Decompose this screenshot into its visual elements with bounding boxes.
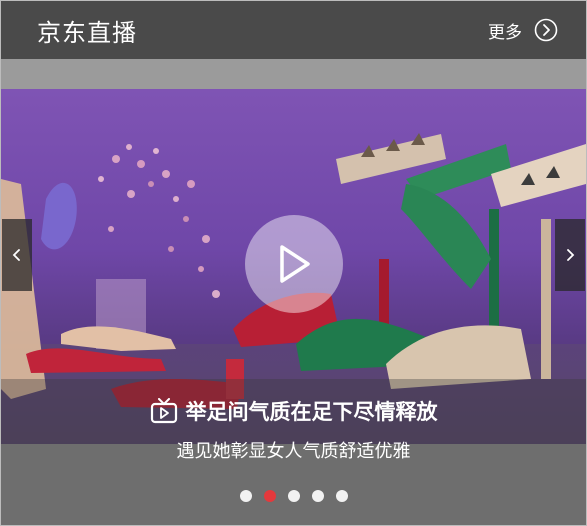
- play-icon: [280, 245, 310, 283]
- banner-top-strip: [1, 59, 586, 89]
- carousel-dot[interactable]: [335, 490, 348, 502]
- chevron-right-circle-icon: [534, 18, 558, 42]
- headline-text: 举足间气质在足下尽情释放: [185, 400, 438, 424]
- carousel-next-button[interactable]: [555, 219, 585, 291]
- slide-subline: 遇见她彰显女人气质舒适优雅: [176, 441, 411, 462]
- more-label: 更多: [488, 22, 522, 43]
- carousel-prev-button[interactable]: [2, 219, 32, 291]
- live-module: 京东直播 更多 举足间气质在足下尽情释放 遇见她彰显女人气质舒适优雅: [0, 0, 587, 526]
- carousel-dot[interactable]: [239, 490, 252, 502]
- module-title: 京东直播: [37, 19, 137, 47]
- carousel-indicators: [1, 490, 586, 502]
- carousel-dot[interactable]: [311, 490, 324, 502]
- carousel-dot[interactable]: [287, 490, 300, 502]
- more-link[interactable]: 更多: [488, 15, 558, 45]
- tv-icon: [150, 398, 178, 424]
- carousel-dot-active[interactable]: [263, 490, 276, 502]
- chevron-left-icon: [12, 249, 20, 261]
- module-header: 京东直播 更多: [1, 1, 586, 59]
- chevron-right-icon: [567, 249, 575, 261]
- play-button[interactable]: [245, 215, 343, 313]
- slide-headline[interactable]: 举足间气质在足下尽情释放: [1, 396, 586, 426]
